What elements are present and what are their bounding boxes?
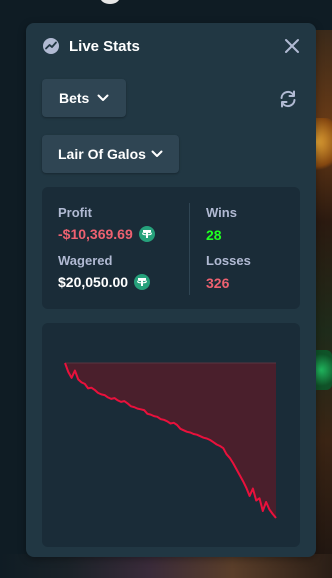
- stats-divider: [189, 203, 190, 295]
- tether-coin-icon: [138, 226, 155, 242]
- wins-value: 28: [206, 227, 222, 243]
- profit-label: Profit: [58, 205, 92, 220]
- bets-dropdown-label: Bets: [59, 90, 90, 106]
- chart-line-icon: [43, 38, 59, 54]
- stats-summary: Profit -$10,369.69 Wagered $20,050.00 Wi…: [42, 187, 300, 309]
- losses-label: Losses: [206, 253, 251, 268]
- game-dropdown[interactable]: Lair Of Galos: [42, 135, 179, 173]
- tether-coin-icon: [134, 274, 151, 290]
- profit-area: [65, 363, 276, 518]
- game-dropdown-label: Lair Of Galos: [58, 146, 146, 162]
- panel-title: Live Stats: [69, 37, 140, 55]
- profit-value-row: -$10,369.69: [58, 226, 155, 242]
- profit-chart-svg: [64, 362, 277, 519]
- losses-value: 326: [206, 275, 230, 291]
- panel-header: Live Stats: [42, 35, 304, 57]
- profit-value: -$10,369.69: [58, 226, 133, 242]
- chevron-down-icon: [97, 94, 109, 101]
- refresh-icon[interactable]: [278, 90, 298, 108]
- wagered-label: Wagered: [58, 253, 113, 268]
- close-icon[interactable]: [282, 36, 302, 56]
- chevron-down-icon: [151, 150, 163, 157]
- wagered-value: $20,050.00: [58, 274, 129, 290]
- live-stats-panel: Live Stats Bets Lair Of Galos Profit -$1…: [26, 23, 316, 557]
- bets-dropdown[interactable]: Bets: [42, 79, 127, 117]
- background-top-element: [100, 0, 120, 4]
- background-game-bottom: [0, 554, 332, 578]
- profit-chart: [42, 323, 300, 547]
- wagered-value-row: $20,050.00: [58, 274, 151, 290]
- wins-label: Wins: [206, 205, 237, 220]
